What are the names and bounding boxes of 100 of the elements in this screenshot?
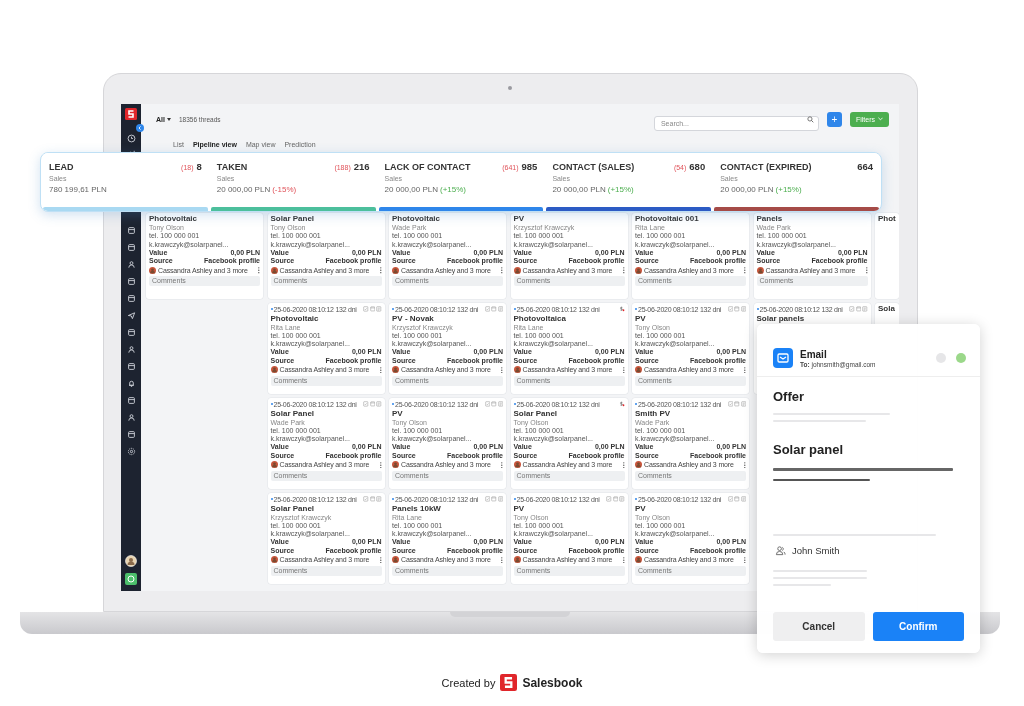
clipboard-icon[interactable] xyxy=(484,496,490,502)
more-icon[interactable] xyxy=(379,461,382,469)
brand-name: Salesbook xyxy=(522,675,583,690)
stage-change: (+15%) xyxy=(775,185,802,194)
card-title: Solar Panel xyxy=(270,408,316,419)
stage-change: (+15%) xyxy=(439,185,466,194)
dollar-icon[interactable] xyxy=(619,401,625,407)
more-icon[interactable] xyxy=(379,556,382,564)
add-button[interactable]: + xyxy=(826,111,842,127)
avatar-icon xyxy=(635,461,642,469)
stage-amount: 780 199,61 PLN xyxy=(49,185,107,194)
avatar-icon xyxy=(635,267,642,274)
card-title: Panels xyxy=(756,214,784,224)
card-title: Photovoltaic xyxy=(149,214,198,224)
window-dot[interactable] xyxy=(936,353,946,363)
card-title: Panels 10kW xyxy=(392,503,442,514)
card-title: PV xyxy=(635,313,647,324)
stage-count: 8 xyxy=(196,161,202,172)
collapse-icon[interactable] xyxy=(136,124,144,132)
stage-count: 985 xyxy=(521,161,538,172)
stage-count: 216 xyxy=(353,161,370,172)
more-icon[interactable] xyxy=(622,556,625,564)
avatar-icon xyxy=(513,366,521,374)
people-icon xyxy=(775,545,786,556)
card-title: PV xyxy=(513,503,526,514)
stage-change: (+15%) xyxy=(607,185,634,194)
avatar-icon xyxy=(756,267,764,274)
more-icon[interactable] xyxy=(622,461,625,469)
logo-icon xyxy=(500,674,518,691)
avatar-icon xyxy=(392,366,399,374)
stage-count: 680 xyxy=(689,161,706,172)
more-icon[interactable] xyxy=(865,267,868,274)
send-icon[interactable] xyxy=(126,311,136,320)
user-icon[interactable] xyxy=(126,345,136,354)
clipboard-icon[interactable] xyxy=(727,306,733,312)
stage-name: LEAD xyxy=(49,162,75,172)
stage-amount: 20 000,00 PLN xyxy=(216,185,271,194)
caret-icon xyxy=(166,117,171,121)
cancel-button[interactable]: Cancel xyxy=(773,612,865,641)
search-icon xyxy=(806,115,814,123)
clipboard-icon[interactable] xyxy=(363,306,369,312)
people-icon[interactable] xyxy=(126,413,136,422)
logo-icon xyxy=(125,108,137,120)
avatar-icon xyxy=(392,267,399,274)
clipboard-icon[interactable] xyxy=(727,496,733,502)
clipboard-icon[interactable] xyxy=(849,306,855,312)
card-title: PV xyxy=(635,503,647,514)
window-dot[interactable] xyxy=(956,353,966,363)
avatar-icon xyxy=(635,556,642,564)
card-title: PV xyxy=(513,214,526,224)
camera-icon xyxy=(508,86,512,90)
lead-card[interactable]: Phot xyxy=(875,213,899,299)
gear-icon[interactable] xyxy=(126,447,136,456)
user-icon[interactable] xyxy=(126,260,136,269)
clipboard-icon[interactable] xyxy=(606,496,612,502)
card-title: Sola xyxy=(878,303,896,314)
avatar-icon[interactable] xyxy=(125,555,137,567)
card-title: PV xyxy=(392,408,404,419)
clipboard-icon[interactable] xyxy=(727,401,733,407)
more-icon[interactable] xyxy=(622,366,625,374)
clipboard-icon[interactable] xyxy=(484,306,490,312)
stage-amount: 20 000,00 PLN xyxy=(552,185,606,194)
dollar-icon[interactable] xyxy=(619,306,625,312)
clipboard-icon[interactable] xyxy=(363,496,369,502)
card-title: Photovoltaic xyxy=(270,313,320,324)
confirm-button[interactable]: Confirm xyxy=(872,612,964,641)
stage-change: (-15%) xyxy=(272,185,297,194)
card-title: Smith PV xyxy=(635,408,672,419)
clipboard-icon[interactable] xyxy=(363,401,369,407)
avatar-icon xyxy=(513,267,521,274)
product-heading: Solar panel xyxy=(773,442,845,457)
avatar-icon xyxy=(392,461,399,469)
more-icon[interactable] xyxy=(622,267,625,274)
stage-count: 664 xyxy=(857,161,873,172)
stage-amount: 20 000,00 PLN xyxy=(720,185,774,194)
avatar-icon xyxy=(513,556,521,564)
status-icon[interactable] xyxy=(125,573,137,585)
avatar-icon xyxy=(270,556,278,564)
bell-icon[interactable] xyxy=(126,379,136,388)
more-icon[interactable] xyxy=(379,267,382,274)
chevron-down-icon xyxy=(878,117,883,121)
avatar-icon xyxy=(270,267,278,274)
card-title: Solar Panel xyxy=(513,408,559,419)
clipboard-icon[interactable] xyxy=(484,401,490,407)
card-title: Solar panels xyxy=(756,313,806,324)
clock-icon[interactable] xyxy=(126,134,136,143)
offer-heading: Offer xyxy=(773,389,806,404)
stage-name: CONTACT (EXPIRED) xyxy=(720,162,813,172)
stage-name: CONTACT (SALES) xyxy=(552,162,636,172)
avatar-icon xyxy=(270,366,278,374)
avatar-icon xyxy=(635,366,642,374)
card-title: Solar Panel xyxy=(270,503,316,514)
card-title: PV - Novak xyxy=(392,313,435,324)
contact-name: John Smith xyxy=(792,545,840,556)
card-title: Solar Panel xyxy=(270,214,316,224)
stage-amount: 20 000,00 PLN xyxy=(384,185,438,194)
avatar-icon xyxy=(392,556,399,564)
more-icon[interactable] xyxy=(379,366,382,374)
card-title: Phot xyxy=(878,214,896,224)
card-title: Photovoltaic 001 xyxy=(635,214,700,224)
